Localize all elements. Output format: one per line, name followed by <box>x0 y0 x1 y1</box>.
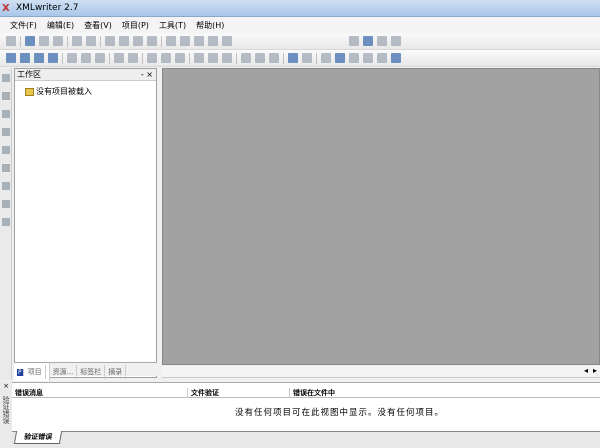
menu-help[interactable]: 帮助(H) <box>196 20 224 31</box>
menu-file[interactable]: 文件(F) <box>10 20 37 31</box>
doc6-icon[interactable] <box>269 53 279 63</box>
output-side-strip: × 验证错误 <box>0 382 12 448</box>
doc2-icon[interactable] <box>208 53 218 63</box>
scroll-left-button[interactable]: ◂ <box>584 366 588 375</box>
node1-icon[interactable] <box>147 53 157 63</box>
window-title: XMLwriter 2.7 <box>16 3 79 13</box>
scroll-right-button[interactable]: ▸ <box>593 366 597 375</box>
workspace-title: 工作区 <box>17 70 41 79</box>
empty-message: 没有任何项目可在此视图中显示。没有任何项目。 <box>235 408 445 418</box>
node2-icon[interactable] <box>161 53 171 63</box>
tag-icon[interactable] <box>208 36 218 46</box>
tree-item-label: 没有项目被载入 <box>36 87 92 96</box>
doc3-icon[interactable] <box>222 53 232 63</box>
workspace-header: 工作区 - × <box>15 69 156 81</box>
doc5-icon[interactable] <box>255 53 265 63</box>
tab-label: 项目 <box>25 365 46 379</box>
error-table-header: 错误消息 文件验证 错误在文件中 <box>12 386 600 398</box>
layout3-icon[interactable] <box>34 53 44 63</box>
view-toolbar <box>0 50 600 67</box>
col-error-message[interactable]: 错误消息 <box>12 388 43 398</box>
tab-snippets[interactable]: 摘录 <box>105 365 127 379</box>
resource-icon[interactable] <box>2 92 10 100</box>
standard-toolbar <box>0 33 600 50</box>
file5-icon[interactable] <box>2 182 10 190</box>
tree-item[interactable]: 没有项目被载入 <box>25 86 92 97</box>
menu-bar: 文件(F) 编辑(E) 查看(V) 项目(P) 工具(T) 帮助(H) <box>0 17 600 33</box>
title-bar: X XMLwriter 2.7 <box>0 0 600 17</box>
save-icon[interactable] <box>72 36 82 46</box>
validation-errors-panel: 错误消息 文件验证 错误在文件中 没有任何项目可在此视图中显示。没有任何项目。 … <box>12 382 600 448</box>
p-icon: P <box>17 369 24 376</box>
file4-icon[interactable] <box>2 164 10 172</box>
cut-icon[interactable] <box>105 36 115 46</box>
file6-icon[interactable] <box>2 200 10 208</box>
tab-tags[interactable]: 标签栏 <box>77 365 106 379</box>
file7-icon[interactable] <box>2 218 10 226</box>
tools-icon[interactable] <box>95 53 105 63</box>
grid-icon[interactable] <box>349 53 359 63</box>
help-icon[interactable] <box>390 36 401 46</box>
menu-project[interactable]: 项目(P) <box>122 20 149 31</box>
help-pointer-icon[interactable] <box>376 36 387 46</box>
app-logo: X <box>2 3 10 14</box>
col-error-in-file[interactable]: 错误在文件中 <box>289 388 335 398</box>
rd-icon[interactable] <box>377 53 387 63</box>
workspace-controls[interactable]: - × <box>141 69 153 81</box>
menu-edit[interactable]: 编辑(E) <box>47 20 74 31</box>
left-icon-strip <box>0 68 12 380</box>
save-all-icon[interactable] <box>86 36 96 46</box>
editor-area[interactable] <box>162 68 600 365</box>
layout1-icon[interactable] <box>6 53 16 63</box>
file3-icon[interactable] <box>2 146 10 154</box>
uncomment-icon[interactable] <box>128 53 138 63</box>
open-icon[interactable] <box>25 36 35 46</box>
workspace-tabs: P 项目 资源... 标签栏 摘录 <box>14 362 157 381</box>
col-file-validation[interactable]: 文件验证 <box>187 388 219 398</box>
find-in-files-icon[interactable] <box>362 36 373 46</box>
print-icon[interactable] <box>147 36 157 46</box>
split-icon[interactable] <box>288 53 298 63</box>
wand-icon[interactable] <box>53 36 63 46</box>
document-tab-strip: ◂ ▸ <box>162 366 600 378</box>
new-icon[interactable] <box>6 36 16 46</box>
tab-validation-errors[interactable]: 验证错误 <box>13 431 63 444</box>
menu-tools[interactable]: 工具(T) <box>159 20 186 31</box>
file2-icon[interactable] <box>2 128 10 136</box>
find-icon[interactable] <box>222 36 232 46</box>
doc1-icon[interactable] <box>194 53 204 63</box>
comment-icon[interactable] <box>114 53 124 63</box>
menu-view[interactable]: 查看(V) <box>84 20 112 31</box>
transform-icon[interactable] <box>81 53 91 63</box>
layout4-icon[interactable] <box>48 53 58 63</box>
settings-icon[interactable] <box>335 53 345 63</box>
redo-icon[interactable] <box>180 36 190 46</box>
workspace-panel: 工作区 - × 没有项目被载入 <box>14 68 157 378</box>
paste-icon[interactable] <box>133 36 143 46</box>
find-next-icon[interactable] <box>348 36 359 46</box>
validate-icon[interactable] <box>67 53 77 63</box>
node3-icon[interactable] <box>175 53 185 63</box>
layout2-icon[interactable] <box>20 53 30 63</box>
tab-resources[interactable]: 资源... <box>50 365 78 379</box>
page-icon[interactable] <box>321 53 331 63</box>
undo-icon[interactable] <box>166 36 176 46</box>
file-icon[interactable] <box>2 110 10 118</box>
tab-project[interactable]: P 项目 <box>14 363 50 381</box>
browser-icon[interactable] <box>391 53 401 63</box>
close-icon[interactable]: × <box>0 382 12 390</box>
tab-bar <box>12 431 600 448</box>
project-folder-icon <box>25 87 34 96</box>
project-icon[interactable] <box>2 74 10 82</box>
indent-icon[interactable] <box>302 53 312 63</box>
open-project-icon[interactable] <box>39 36 49 46</box>
doc4-icon[interactable] <box>241 53 251 63</box>
copy-icon[interactable] <box>119 36 129 46</box>
pen-icon[interactable] <box>363 53 373 63</box>
side-label: 验证错误 <box>2 396 10 424</box>
format-icon[interactable] <box>194 36 204 46</box>
